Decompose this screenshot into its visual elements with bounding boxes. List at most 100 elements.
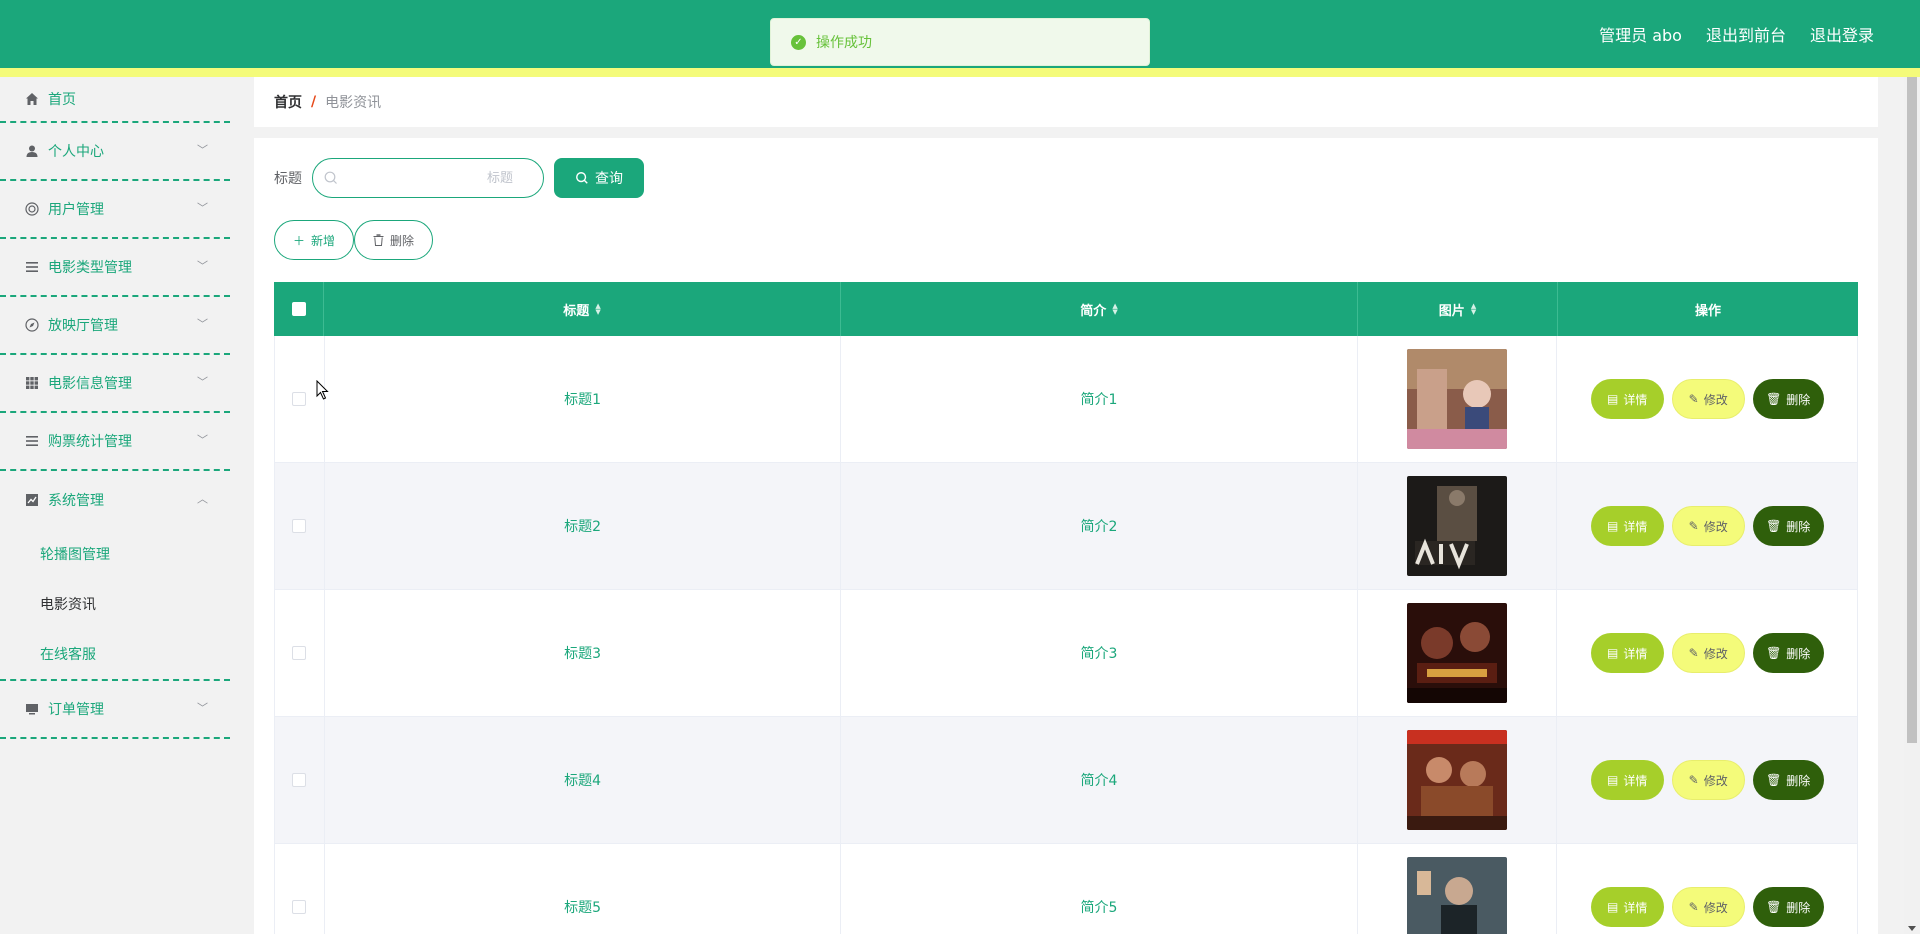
row-checkbox[interactable] [292,646,307,660]
column-header-title[interactable]: 标题 ▲ ▼ [324,282,841,336]
column-header-ops: 操作 [1558,282,1858,336]
chevron-down-icon: ﹀ [197,701,208,715]
ops-cell: ▤ 详情 ✎ 修改 🗑 删除 [1557,463,1857,589]
document-icon: ▤ [1607,519,1619,533]
sidebar-item-order-management[interactable]: 订单管理 ﹀ [0,681,230,739]
main-content: 标题 查询 ＋ 新增 删除 标题 ▲▼ 简 [254,138,1878,934]
column-header-intro[interactable]: 简介 ▲ ▼ [841,282,1358,336]
intro-cell: 简介1 [841,336,1358,462]
add-button[interactable]: ＋ 新增 [274,220,355,260]
row-delete-button[interactable]: 🗑 删除 [1752,379,1824,419]
row-checkbox[interactable] [292,392,307,406]
movie-poster-image[interactable] [1407,730,1507,830]
chevron-down-icon: ﹀ [197,201,208,215]
breadcrumb-current: 电影资讯 [325,95,382,111]
detail-button[interactable]: ▤ 详情 [1590,633,1664,673]
row-checkbox-cell [275,717,325,843]
breadcrumb-home[interactable]: 首页 [274,92,302,112]
trash-icon [373,234,384,246]
detail-label: 详情 [1623,392,1648,407]
sidebar-item-movie-info-management[interactable]: 电影信息管理 ﹀ [0,355,230,413]
list-icon [24,433,40,449]
delete-button[interactable]: 删除 [354,220,434,260]
success-toast: ✓ 操作成功 [770,18,1150,66]
row-delete-button[interactable]: 🗑 删除 [1752,760,1824,800]
sidebar-item-home[interactable]: 首页 [0,77,230,123]
sidebar-item-personal-center[interactable]: 个人中心 ﹀ [0,123,230,181]
ops-cell: ▤ 详情 ✎ 修改 🗑 删除 [1557,717,1857,843]
edit-button[interactable]: ✎ 修改 [1671,379,1745,419]
title-cell: 标题1 [325,336,842,462]
vertical-scrollbar[interactable] [1904,77,1920,934]
sidebar-item-label: 个人中心 [48,144,104,160]
row-delete-button[interactable]: 🗑 删除 [1752,506,1824,546]
sidebar-item-system-management[interactable]: 系统管理 ︿ [0,471,230,529]
search-icon [576,172,588,184]
row-delete-button[interactable]: 🗑 删除 [1752,887,1824,927]
mouse-cursor-icon [316,380,329,400]
sidebar-subitem-movie-news[interactable]: 电影资讯 [0,579,230,629]
scroll-thumb[interactable] [1907,77,1917,743]
chevron-up-icon: ︿ [197,492,208,506]
grid-icon [24,375,40,391]
delete-label: 删除 [1786,519,1811,534]
select-all-checkbox[interactable] [291,302,306,316]
detail-button[interactable]: ▤ 详情 [1590,760,1664,800]
column-header-image[interactable]: 图片 ▲ ▼ [1358,282,1558,336]
row-checkbox[interactable] [292,773,307,787]
sidebar-item-user-management[interactable]: 用户管理 ﹀ [0,181,230,239]
sidebar-item-label: 电影信息管理 [48,376,132,392]
sidebar-subitem-online-service[interactable]: 在线客服 [0,629,230,679]
sidebar-item-ticket-stats-management[interactable]: 购票统计管理 ﹀ [0,413,230,471]
breadcrumb-separator: / [311,94,317,110]
sidebar-item-hall-management[interactable]: 放映厅管理 ﹀ [0,297,230,355]
sort-icon[interactable]: ▲ ▼ [595,303,600,316]
detail-button[interactable]: ▤ 详情 [1590,506,1664,546]
back-to-front-link[interactable]: 退出到前台 [1706,22,1786,46]
movie-poster-image[interactable] [1407,857,1507,934]
search-input[interactable] [313,159,543,197]
toast-message: 操作成功 [816,35,872,51]
row-delete-button[interactable]: 🗑 删除 [1752,633,1824,673]
movie-poster-image[interactable] [1407,476,1507,576]
document-icon: ▤ [1607,392,1619,406]
edit-button[interactable]: ✎ 修改 [1671,887,1745,927]
intro-cell: 简介3 [841,590,1358,716]
image-cell [1358,844,1558,934]
edit-button[interactable]: ✎ 修改 [1671,633,1745,673]
delete-label: 删除 [1786,900,1811,915]
row-checkbox[interactable] [292,519,307,533]
edit-button[interactable]: ✎ 修改 [1671,506,1745,546]
pencil-icon: ✎ [1688,773,1699,787]
edit-label: 修改 [1703,646,1728,661]
sidebar-item-movie-type-management[interactable]: 电影类型管理 ﹀ [0,239,230,297]
image-cell [1358,717,1558,843]
monitor-icon [24,701,40,717]
movie-poster-image[interactable] [1407,349,1507,449]
ops-cell: ▤ 详情 ✎ 修改 🗑 删除 [1557,336,1857,462]
scroll-down-arrow[interactable] [1908,926,1916,931]
sidebar-subitem-carousel[interactable]: 轮播图管理 [0,529,230,579]
sort-icon[interactable]: ▲ ▼ [1471,303,1476,316]
detail-label: 详情 [1623,519,1648,534]
edit-button[interactable]: ✎ 修改 [1671,760,1745,800]
search-label: 标题 [274,171,302,187]
trash-icon: 🗑 [1766,773,1782,787]
movie-poster-image[interactable] [1407,603,1507,703]
check-circle-icon: ✓ [791,34,806,50]
detail-button[interactable]: ▤ 详情 [1590,887,1664,927]
image-cell [1358,590,1558,716]
row-checkbox-cell [275,463,325,589]
row-checkbox[interactable] [292,900,307,914]
search-button[interactable]: 查询 [554,158,644,198]
sidebar-item-label: 电影类型管理 [48,260,132,276]
sidebar-item-label: 系统管理 [48,493,104,509]
logout-link[interactable]: 退出登录 [1810,22,1874,46]
compass-icon [24,317,40,333]
detail-button[interactable]: ▤ 详情 [1590,379,1664,419]
list-icon [24,259,40,275]
sort-icon[interactable]: ▲ ▼ [1112,303,1117,316]
delete-label: 删除 [1786,646,1811,661]
detail-label: 详情 [1623,646,1648,661]
column-intro-label: 简介 [1080,303,1107,319]
